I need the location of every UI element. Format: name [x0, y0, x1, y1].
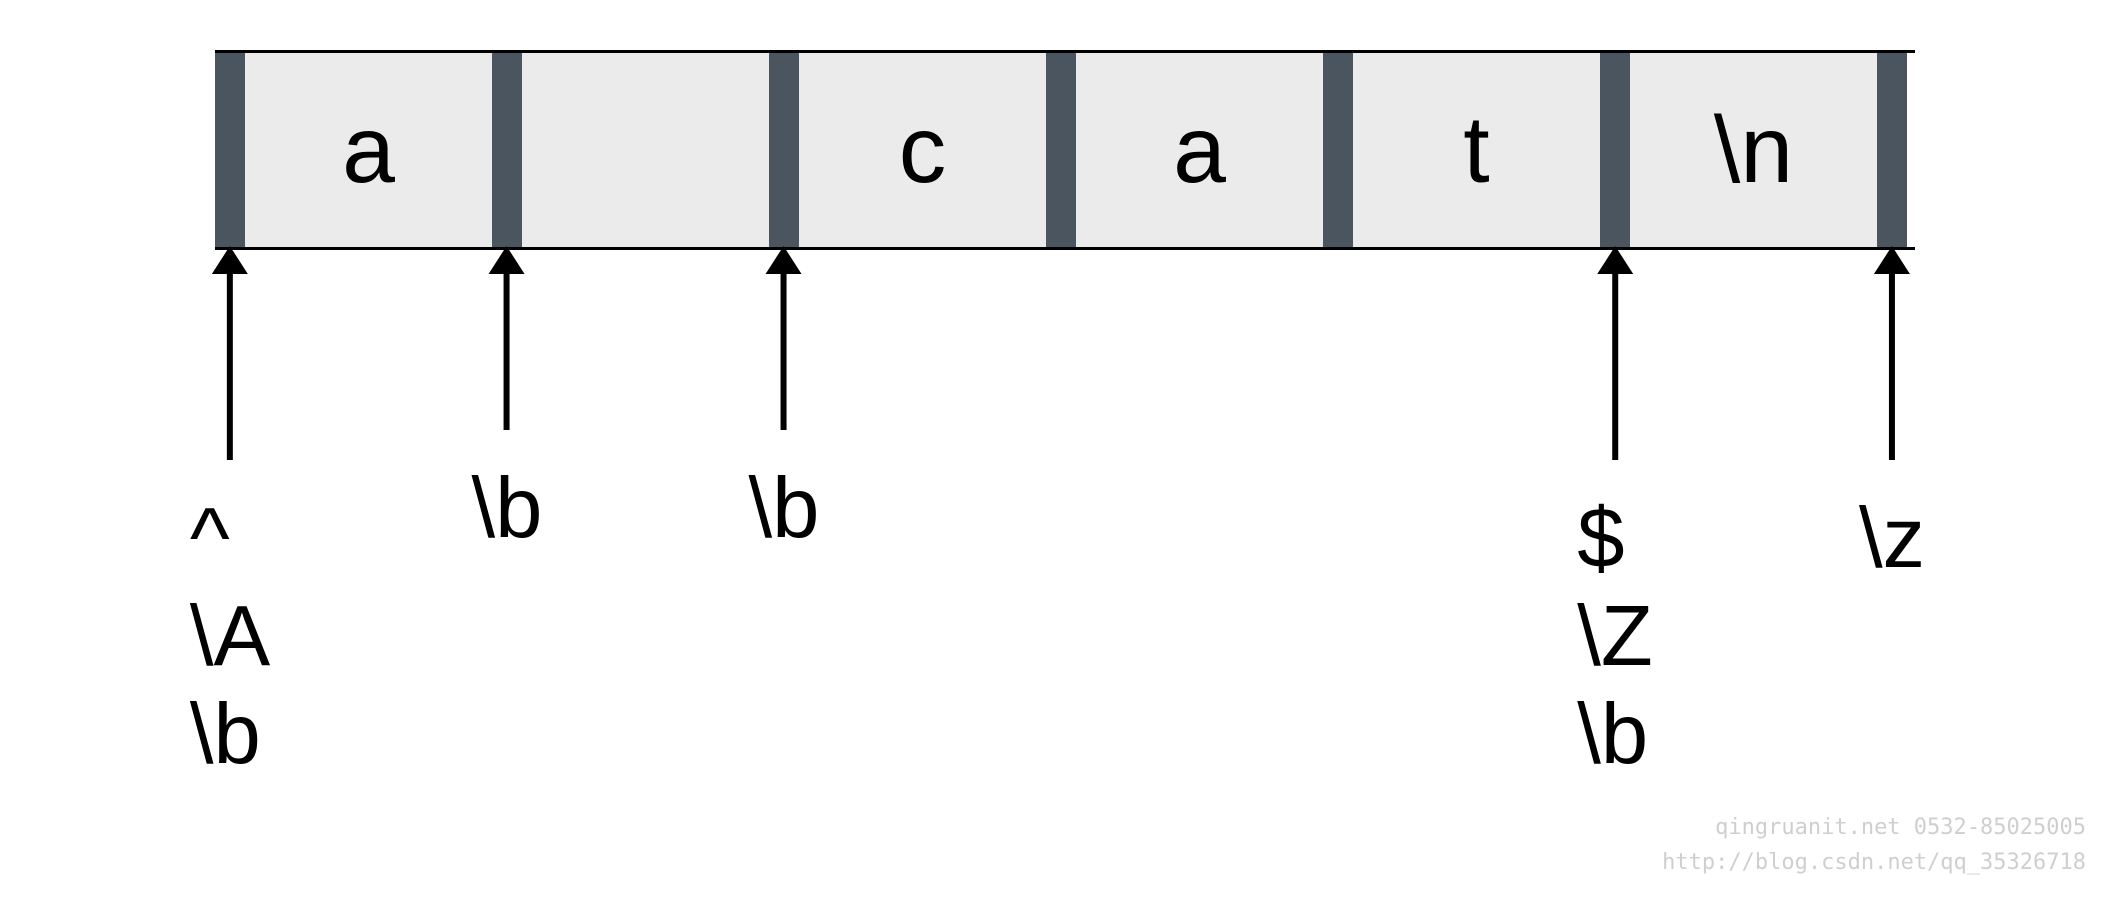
regex-anchor-diagram: a c a t \n ^ \A \b \b: [215, 50, 1915, 850]
watermark: qingruanit.net 0532-85025005 http://blog…: [1662, 810, 2086, 880]
anchor-2-label-0: \b: [749, 460, 820, 558]
anchor-6-labels: \z: [1859, 490, 1925, 588]
anchor-group-1: \b: [472, 250, 543, 558]
anchor-group-6: \z: [1859, 250, 1925, 588]
arrow-icon: [504, 270, 510, 430]
boundary-2: [769, 53, 799, 247]
anchor-5-labels: $ \Z \b: [1577, 490, 1653, 783]
arrow-icon: [1612, 270, 1618, 460]
cell-4-char: t: [1463, 96, 1489, 205]
cell-5-char: \n: [1714, 96, 1793, 205]
watermark-line-1: qingruanit.net 0532-85025005: [1662, 810, 2086, 845]
anchor-5-label-2: \b: [1577, 686, 1648, 784]
watermark-line-2: http://blog.csdn.net/qq_35326718: [1662, 845, 2086, 880]
cell-3-char: a: [1173, 96, 1226, 205]
anchor-5-label-1: \Z: [1577, 588, 1653, 686]
cell-2: c: [799, 53, 1046, 247]
anchor-0-labels: ^ \A \b: [190, 490, 270, 783]
boundary-5: [1600, 53, 1630, 247]
boundary-1: [492, 53, 522, 247]
anchor-0-label-0: ^: [190, 490, 230, 588]
cell-2-char: c: [899, 96, 947, 205]
anchor-5-label-0: $: [1577, 490, 1624, 588]
boundary-3: [1046, 53, 1076, 247]
anchor-0-label-1: \A: [190, 588, 270, 686]
anchor-group-2: \b: [749, 250, 820, 558]
anchor-annotations: ^ \A \b \b \b $ \Z \b: [215, 250, 1915, 850]
anchor-0-label-2: \b: [190, 686, 261, 784]
cell-4: t: [1353, 53, 1600, 247]
arrow-icon: [781, 270, 787, 430]
boundary-4: [1323, 53, 1353, 247]
anchor-group-5: $ \Z \b: [1577, 250, 1653, 783]
cell-0-char: a: [342, 96, 395, 205]
boundary-6: [1877, 53, 1907, 247]
anchor-1-labels: \b: [472, 460, 543, 558]
anchor-1-label-0: \b: [472, 460, 543, 558]
character-cells-row: a c a t \n: [215, 50, 1915, 250]
cell-0: a: [245, 53, 492, 247]
cell-5: \n: [1630, 53, 1877, 247]
anchor-group-0: ^ \A \b: [190, 250, 270, 783]
cell-3: a: [1076, 53, 1323, 247]
cell-1: [522, 53, 769, 247]
anchor-2-labels: \b: [749, 460, 820, 558]
arrow-icon: [227, 270, 233, 460]
arrow-icon: [1889, 270, 1895, 460]
anchor-6-label-0: \z: [1859, 490, 1925, 588]
boundary-0: [215, 53, 245, 247]
